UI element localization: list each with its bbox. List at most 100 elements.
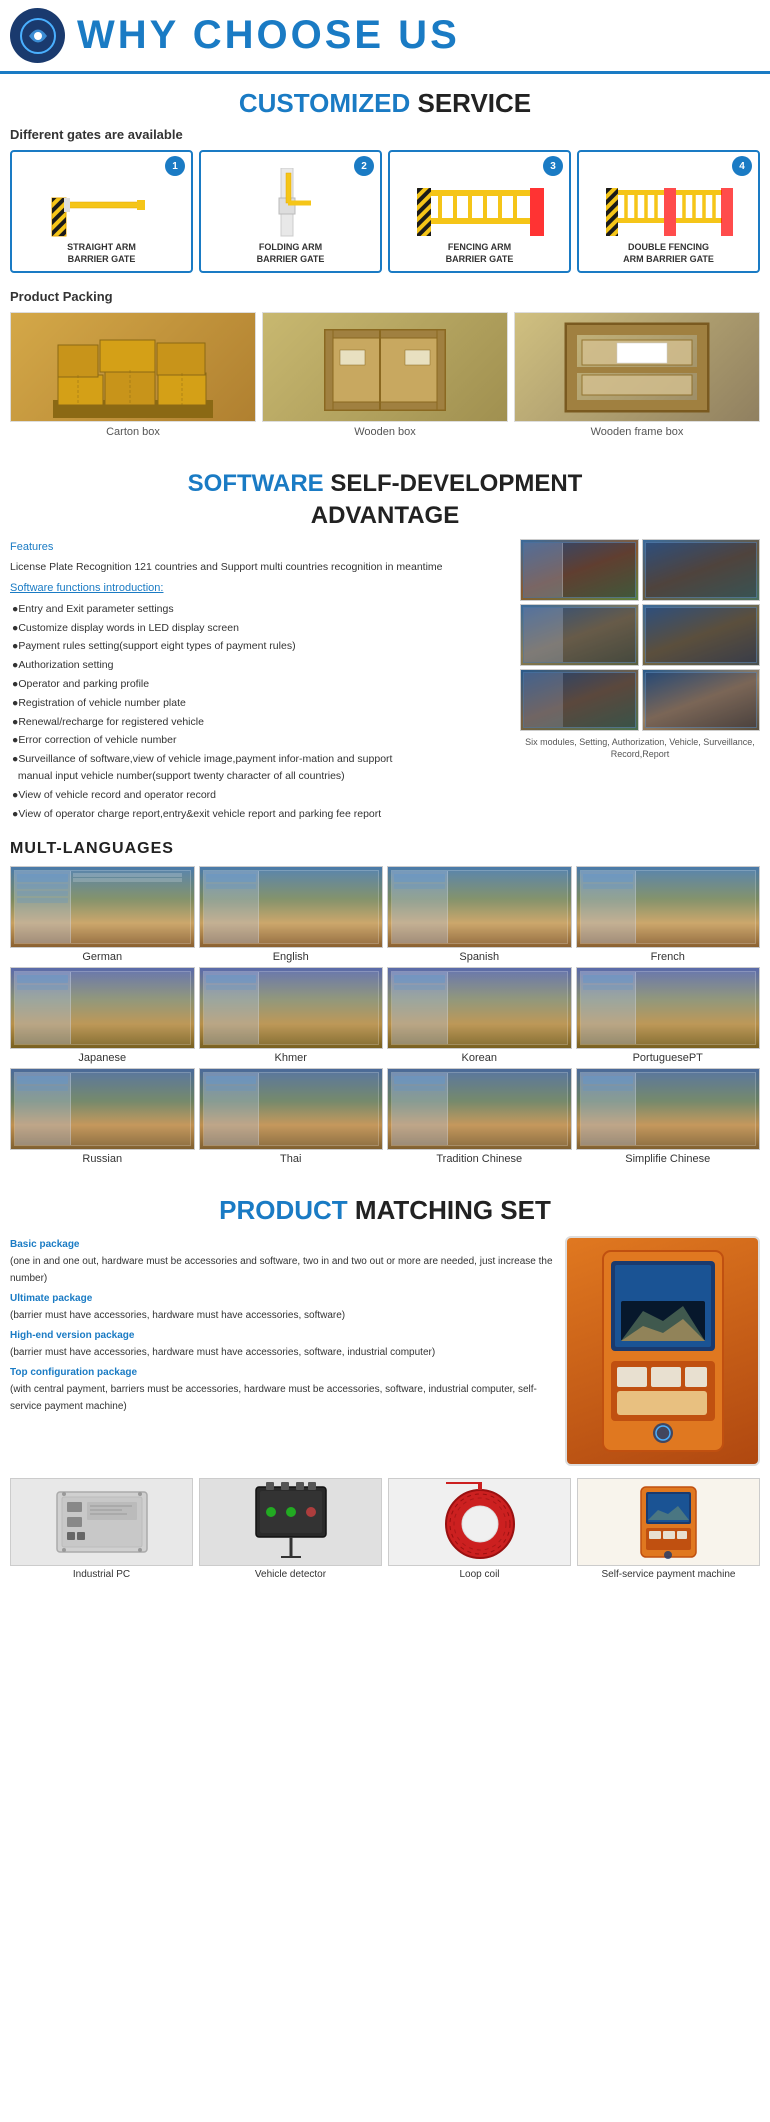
comp-label-payment: Self-service payment machine (577, 1569, 760, 1580)
highend-package: High-end version package (barrier must h… (10, 1327, 555, 1361)
header-logo (10, 8, 65, 63)
lang-screen-simplifie-chinese (576, 1068, 761, 1150)
lang-item-french: French (576, 866, 761, 963)
lang-item-japanese: Japanese (10, 967, 195, 1064)
gate-label-3: FENCING ARMBARRIER GATE (396, 242, 563, 265)
highend-desc: (barrier must have accessories, hardware… (10, 1347, 435, 1358)
loop-coil-svg (436, 1482, 524, 1562)
ss-5 (520, 669, 639, 731)
lang-label-khmer: Khmer (199, 1052, 384, 1064)
pack-img-1 (10, 312, 256, 422)
gate-num-3: 3 (543, 156, 563, 176)
ss-3 (520, 604, 639, 666)
languages-section: MULT-LANGUAGES German (0, 840, 770, 1181)
packing-subheading: Product Packing (10, 289, 760, 304)
lang-label-thai: Thai (199, 1153, 384, 1165)
gate-img-4 (585, 158, 752, 238)
lang-screen-thai (199, 1068, 384, 1150)
gate-img-3 (396, 158, 563, 238)
product-section: PRODUCT MATCHING SET Basic package (one … (0, 1181, 770, 1600)
gate-item-1: 1 STRAIGHT (10, 150, 193, 273)
top-desc: (with central payment, barriers must be … (10, 1384, 537, 1412)
features-desc: License Plate Recognition 121 countries … (10, 559, 508, 576)
gate-num-4: 4 (732, 156, 752, 176)
gate-num-2: 2 (354, 156, 374, 176)
comp-label-loop: Loop coil (388, 1569, 571, 1580)
languages-title: MULT-LANGUAGES (10, 840, 760, 858)
languages-grid: German English (10, 866, 760, 1165)
gate-svg-4 (604, 168, 734, 238)
lang-screen-tradition-chinese (387, 1068, 572, 1150)
ultimate-label: Ultimate package (10, 1293, 92, 1304)
header: WHY CHOOSE US (0, 0, 770, 74)
pack-label-1: Carton box (10, 426, 256, 438)
product-inner: Basic package (one in and one out, hardw… (10, 1236, 760, 1466)
software-text-col: Features License Plate Recognition 121 c… (10, 539, 508, 825)
lang-screen-english (199, 866, 384, 948)
lang-label-japanese: Japanese (10, 1052, 195, 1064)
intro-label: Software functions introduction: (10, 580, 508, 598)
lang-item-english: English (199, 866, 384, 963)
carton-box-img (53, 315, 213, 420)
product-colored: PRODUCT (219, 1195, 348, 1225)
payment-machine-col (565, 1236, 760, 1466)
software-title: SOFTWARE SELF-DEVELOPMENTADVANTAGE (10, 454, 760, 538)
lang-screen-korean (387, 967, 572, 1049)
gate-item-2: 2 FOLDING ARMBARRIER GATE (199, 150, 382, 273)
func-1: ●Entry and Exit parameter settings (12, 601, 508, 618)
comp-item-industrial: Industrial PC (10, 1478, 193, 1580)
pack-label-3: Wooden frame box (514, 426, 760, 438)
lang-label-korean: Korean (387, 1052, 572, 1064)
industrial-pc-svg (52, 1482, 152, 1562)
gate-svg-2 (251, 168, 331, 238)
software-rest: SELF-DEVELOPMENTADVANTAGE (311, 470, 583, 528)
software-section: SOFTWARE SELF-DEVELOPMENTADVANTAGE Featu… (0, 454, 770, 840)
software-screenshots-col: Six modules, Setting, Authorization, Veh… (520, 539, 760, 761)
basic-desc: (one in and one out, hardware must be ac… (10, 1256, 553, 1284)
screenshots-grid (520, 539, 760, 731)
gate-svg-1 (47, 168, 157, 238)
gate-svg-3 (415, 168, 545, 238)
lang-screen-spanish (387, 866, 572, 948)
highend-label: High-end version package (10, 1330, 134, 1341)
product-rest: MATCHING SET (348, 1195, 551, 1225)
pack-label-2: Wooden box (262, 426, 508, 438)
lang-item-russian: Russian (10, 1068, 195, 1165)
lang-item-tradition-chinese: Tradition Chinese (387, 1068, 572, 1165)
lang-item-thai: Thai (199, 1068, 384, 1165)
lang-item-portuguesept: PortuguesePT (576, 967, 761, 1064)
func-2: ●Customize display words in LED display … (12, 620, 508, 637)
lang-screen-russian (10, 1068, 195, 1150)
top-package: Top configuration package (with central … (10, 1364, 555, 1415)
func-4: ●Authorization setting (12, 657, 508, 674)
wooden-frame-img (557, 315, 717, 420)
gate-label-4: DOUBLE FENCINGARM BARRIER GATE (585, 242, 752, 265)
func-7: ●Renewal/recharge for registered vehicle (12, 714, 508, 731)
gate-img-2 (207, 158, 374, 238)
functions-list: ●Entry and Exit parameter settings ●Cust… (10, 601, 508, 823)
product-title: PRODUCT MATCHING SET (10, 1181, 760, 1236)
gate-label-1: STRAIGHT ARMBARRIER GATE (18, 242, 185, 265)
wooden-box-img (305, 315, 465, 420)
func-3: ●Payment rules setting(support eight typ… (12, 638, 508, 655)
lang-label-russian: Russian (10, 1153, 195, 1165)
func-11: ●View of operator charge report,entry&ex… (12, 806, 508, 823)
basic-label: Basic package (10, 1239, 80, 1250)
customized-service-section: CUSTOMIZED SERVICE Different gates are a… (0, 74, 770, 454)
basic-package: Basic package (one in and one out, hardw… (10, 1236, 555, 1287)
ss-6 (642, 669, 761, 731)
comp-img-detector (199, 1478, 382, 1566)
lang-item-korean: Korean (387, 967, 572, 1064)
comp-img-loop (388, 1478, 571, 1566)
pack-img-3 (514, 312, 760, 422)
software-colored: SOFTWARE (188, 470, 324, 497)
packing-grid: Carton box Wooden box (10, 312, 760, 438)
machine-svg (573, 1241, 753, 1461)
ss-4 (642, 604, 761, 666)
comp-label-detector: Vehicle detector (199, 1569, 382, 1580)
pack-item-3: Wooden frame box (514, 312, 760, 438)
lang-label-german: German (10, 951, 195, 963)
pack-img-2 (262, 312, 508, 422)
vehicle-detector-svg (246, 1482, 336, 1562)
func-10: ●View of vehicle record and operator rec… (12, 787, 508, 804)
